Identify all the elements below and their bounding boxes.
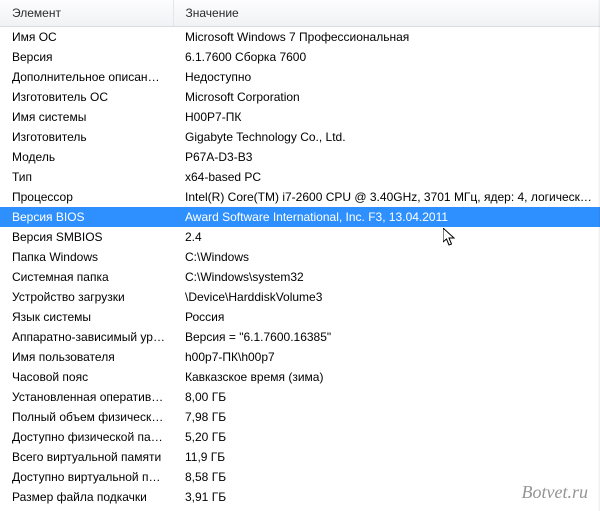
row-key: Тип xyxy=(0,167,173,187)
row-value: 3,91 ГБ xyxy=(173,487,600,507)
row-value: Award Software International, Inc. F3, 1… xyxy=(173,207,600,227)
row-key: Дополнительное описание ОС xyxy=(0,67,173,87)
table-header-row: Элемент Значение xyxy=(0,0,600,27)
row-key: Устройство загрузки xyxy=(0,287,173,307)
row-key: Всего виртуальной памяти xyxy=(0,447,173,467)
table-row[interactable]: Доступно физической памяти5,20 ГБ xyxy=(0,427,600,447)
row-key: Системная папка xyxy=(0,267,173,287)
row-value: 7,98 ГБ xyxy=(173,407,600,427)
row-value: C:\Windows xyxy=(173,247,600,267)
row-key: Версия BIOS xyxy=(0,207,173,227)
row-key: Доступно физической памяти xyxy=(0,427,173,447)
row-key: Установленная оперативная память (RAM) xyxy=(0,387,173,407)
table-row[interactable]: Файл подкачкиC:\pagefile.sys xyxy=(0,507,600,511)
row-value: Microsoft Corporation xyxy=(173,87,600,107)
table-row[interactable]: МодельP67A-D3-B3 xyxy=(0,147,600,167)
table-row[interactable]: Версия SMBIOS2.4 xyxy=(0,227,600,247)
row-key: Изготовитель ОС xyxy=(0,87,173,107)
row-key: Имя ОС xyxy=(0,27,173,48)
table-row[interactable]: Аппаратно-зависимый уровень (HAL)Версия … xyxy=(0,327,600,347)
row-key: Полный объем физической памяти xyxy=(0,407,173,427)
table-row[interactable]: Дополнительное описание ОСНедоступно xyxy=(0,67,600,87)
table-row[interactable]: Полный объем физической памяти7,98 ГБ xyxy=(0,407,600,427)
row-value: h00p7-ПК\h00p7 xyxy=(173,347,600,367)
row-value: \Device\HarddiskVolume3 xyxy=(173,287,600,307)
row-value: H00P7-ПК xyxy=(173,107,600,127)
table-row[interactable]: ПроцессорIntel(R) Core(TM) i7-2600 CPU @… xyxy=(0,187,600,207)
row-key: Процессор xyxy=(0,187,173,207)
row-value: 8,00 ГБ xyxy=(173,387,600,407)
table-row[interactable]: Имя пользователяh00p7-ПК\h00p7 xyxy=(0,347,600,367)
row-key: Доступно виртуальной памяти xyxy=(0,467,173,487)
row-value: P67A-D3-B3 xyxy=(173,147,600,167)
table-row[interactable]: Имя ОСMicrosoft Windows 7 Профессиональн… xyxy=(0,27,600,48)
row-value: Россия xyxy=(173,307,600,327)
row-value: C:\pagefile.sys xyxy=(173,507,600,511)
table-row[interactable]: Версия BIOSAward Software International,… xyxy=(0,207,600,227)
table-row[interactable]: ИзготовительGigabyte Technology Co., Ltd… xyxy=(0,127,600,147)
row-value: 8,58 ГБ xyxy=(173,467,600,487)
table-row[interactable]: Язык системыРоссия xyxy=(0,307,600,327)
row-key: Аппаратно-зависимый уровень (HAL) xyxy=(0,327,173,347)
table-row[interactable]: Установленная оперативная память (RAM)8,… xyxy=(0,387,600,407)
table-row[interactable]: Часовой поясКавказское время (зима) xyxy=(0,367,600,387)
table-row[interactable]: Доступно виртуальной памяти8,58 ГБ xyxy=(0,467,600,487)
row-value: C:\Windows\system32 xyxy=(173,267,600,287)
row-key: Имя пользователя xyxy=(0,347,173,367)
row-key: Файл подкачки xyxy=(0,507,173,511)
table-row[interactable]: Системная папкаC:\Windows\system32 xyxy=(0,267,600,287)
table-row[interactable]: Папка WindowsC:\Windows xyxy=(0,247,600,267)
row-value: Gigabyte Technology Co., Ltd. xyxy=(173,127,600,147)
row-key: Папка Windows xyxy=(0,247,173,267)
row-key: Часовой пояс xyxy=(0,367,173,387)
table-row[interactable]: Изготовитель ОСMicrosoft Corporation xyxy=(0,87,600,107)
row-value: Microsoft Windows 7 Профессиональная xyxy=(173,27,600,48)
row-value: Версия = "6.1.7600.16385" xyxy=(173,327,600,347)
row-key: Имя системы xyxy=(0,107,173,127)
row-key: Изготовитель xyxy=(0,127,173,147)
table-row[interactable]: Всего виртуальной памяти11,9 ГБ xyxy=(0,447,600,467)
row-value: 5,20 ГБ xyxy=(173,427,600,447)
table-row[interactable]: Размер файла подкачки3,91 ГБ xyxy=(0,487,600,507)
table-row[interactable]: Имя системыH00P7-ПК xyxy=(0,107,600,127)
row-value: 2.4 xyxy=(173,227,600,247)
row-key: Язык системы xyxy=(0,307,173,327)
table-row[interactable]: Устройство загрузки\Device\HarddiskVolum… xyxy=(0,287,600,307)
row-value: Кавказское время (зима) xyxy=(173,367,600,387)
row-value: 11,9 ГБ xyxy=(173,447,600,467)
row-value: Недоступно xyxy=(173,67,600,87)
system-info-panel: Элемент Значение Имя ОСMicrosoft Windows… xyxy=(0,0,600,511)
row-key: Размер файла подкачки xyxy=(0,487,173,507)
row-key: Модель xyxy=(0,147,173,167)
table-row[interactable]: Версия6.1.7600 Сборка 7600 xyxy=(0,47,600,67)
table-row[interactable]: Типx64-based PC xyxy=(0,167,600,187)
row-key: Версия xyxy=(0,47,173,67)
row-value: Intel(R) Core(TM) i7-2600 CPU @ 3.40GHz,… xyxy=(173,187,600,207)
row-value: x64-based PC xyxy=(173,167,600,187)
column-header-element[interactable]: Элемент xyxy=(0,0,173,27)
row-value: 6.1.7600 Сборка 7600 xyxy=(173,47,600,67)
system-info-table[interactable]: Элемент Значение Имя ОСMicrosoft Windows… xyxy=(0,0,600,511)
column-header-value[interactable]: Значение xyxy=(173,0,600,27)
row-key: Версия SMBIOS xyxy=(0,227,173,247)
